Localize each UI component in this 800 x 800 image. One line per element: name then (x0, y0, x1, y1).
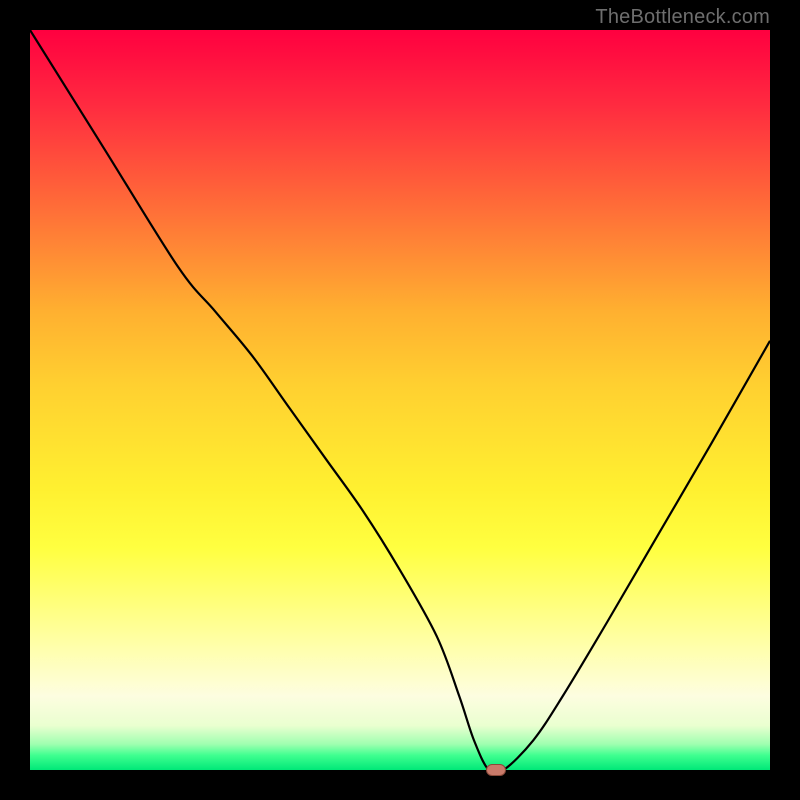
bottleneck-curve (30, 30, 770, 770)
optimal-point-marker (486, 764, 506, 776)
chart-plot-area (30, 30, 770, 770)
watermark-text: TheBottleneck.com (595, 6, 770, 29)
